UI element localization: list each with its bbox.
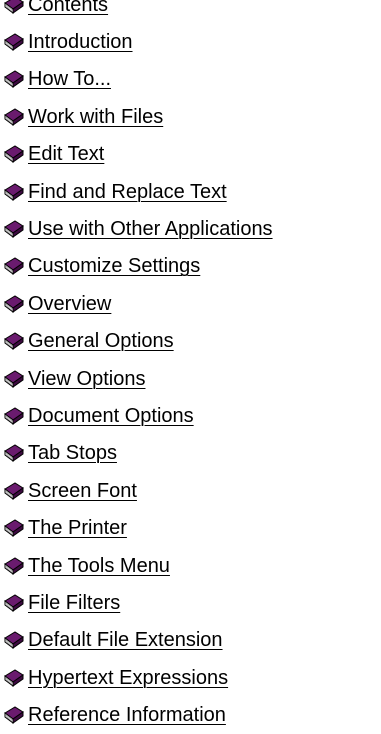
book-icon [4, 594, 24, 612]
topic-link[interactable]: How To... [28, 69, 111, 89]
topic-link[interactable]: Document Options [28, 406, 194, 426]
topic-link[interactable]: Work with Files [28, 107, 163, 127]
book-icon [4, 669, 24, 687]
topic-link[interactable]: File Filters [28, 593, 120, 613]
book-icon [4, 108, 24, 126]
topic-link[interactable]: Screen Font [28, 481, 137, 501]
topic-link[interactable]: Overview [28, 294, 111, 314]
topic-link[interactable]: The Tools Menu [28, 556, 170, 576]
topic-link[interactable]: View Options [28, 369, 145, 389]
topic-link[interactable]: Default File Extension [28, 630, 223, 650]
topic-item[interactable]: The Printer [0, 509, 273, 546]
topic-link[interactable]: Edit Text [28, 144, 104, 164]
topic-link[interactable]: General Options [28, 331, 174, 351]
book-icon [4, 556, 24, 575]
topic-item[interactable]: How To... [0, 61, 273, 98]
topic-item[interactable]: Edit Text [0, 136, 273, 173]
book-icon [4, 70, 24, 89]
book-icon [4, 220, 24, 239]
topic-link[interactable]: Reference Information [28, 705, 226, 725]
topic-link[interactable]: Contents [28, 0, 108, 15]
topic-link[interactable]: Introduction [28, 32, 133, 52]
topic-link[interactable]: Find and Replace Text [28, 182, 227, 202]
book-icon [4, 332, 24, 351]
topic-item[interactable]: View Options [0, 360, 273, 397]
topic-link[interactable]: Hypertext Expressions [28, 668, 228, 688]
topic-link[interactable]: Tab Stops [28, 443, 117, 463]
topic-item[interactable]: Screen Font [0, 472, 273, 509]
topic-link[interactable]: Use with Other Applications [28, 219, 273, 239]
topic-item[interactable]: File Filters [0, 584, 273, 621]
book-icon [4, 519, 24, 538]
topic-item[interactable]: General Options [0, 323, 273, 360]
topic-item[interactable]: Hypertext Expressions [0, 659, 273, 696]
topic-item[interactable]: Customize Settings [0, 248, 273, 285]
topic-item[interactable]: Reference Information [0, 696, 273, 733]
book-icon [4, 257, 24, 276]
book-icon [4, 631, 24, 650]
topic-item[interactable]: Tab Stops [0, 435, 273, 472]
book-icon [4, 407, 24, 425]
book-icon [4, 145, 24, 164]
book-icon [4, 706, 24, 725]
topic-link[interactable]: Customize Settings [28, 256, 200, 276]
topic-item[interactable]: Introduction [0, 23, 273, 60]
book-icon [4, 482, 24, 500]
book-icon [4, 370, 24, 388]
topic-item[interactable]: Use with Other Applications [0, 210, 273, 247]
book-icon [4, 183, 24, 201]
topic-item[interactable]: Work with Files [0, 98, 273, 135]
topic-item[interactable]: Document Options [0, 397, 273, 434]
book-icon [4, 0, 24, 14]
topic-item[interactable]: Contents [0, 0, 273, 23]
topic-link[interactable]: The Printer [28, 518, 127, 538]
topic-item[interactable]: The Tools Menu [0, 547, 273, 584]
book-icon [4, 444, 24, 463]
book-icon [4, 33, 24, 52]
contents-topic-list: Contents Introduction How To... Work with F… [0, 0, 273, 734]
topic-item[interactable]: Overview [0, 285, 273, 322]
book-icon [4, 295, 24, 313]
topic-item[interactable]: Default File Extension [0, 622, 273, 659]
topic-item[interactable]: Find and Replace Text [0, 173, 273, 210]
